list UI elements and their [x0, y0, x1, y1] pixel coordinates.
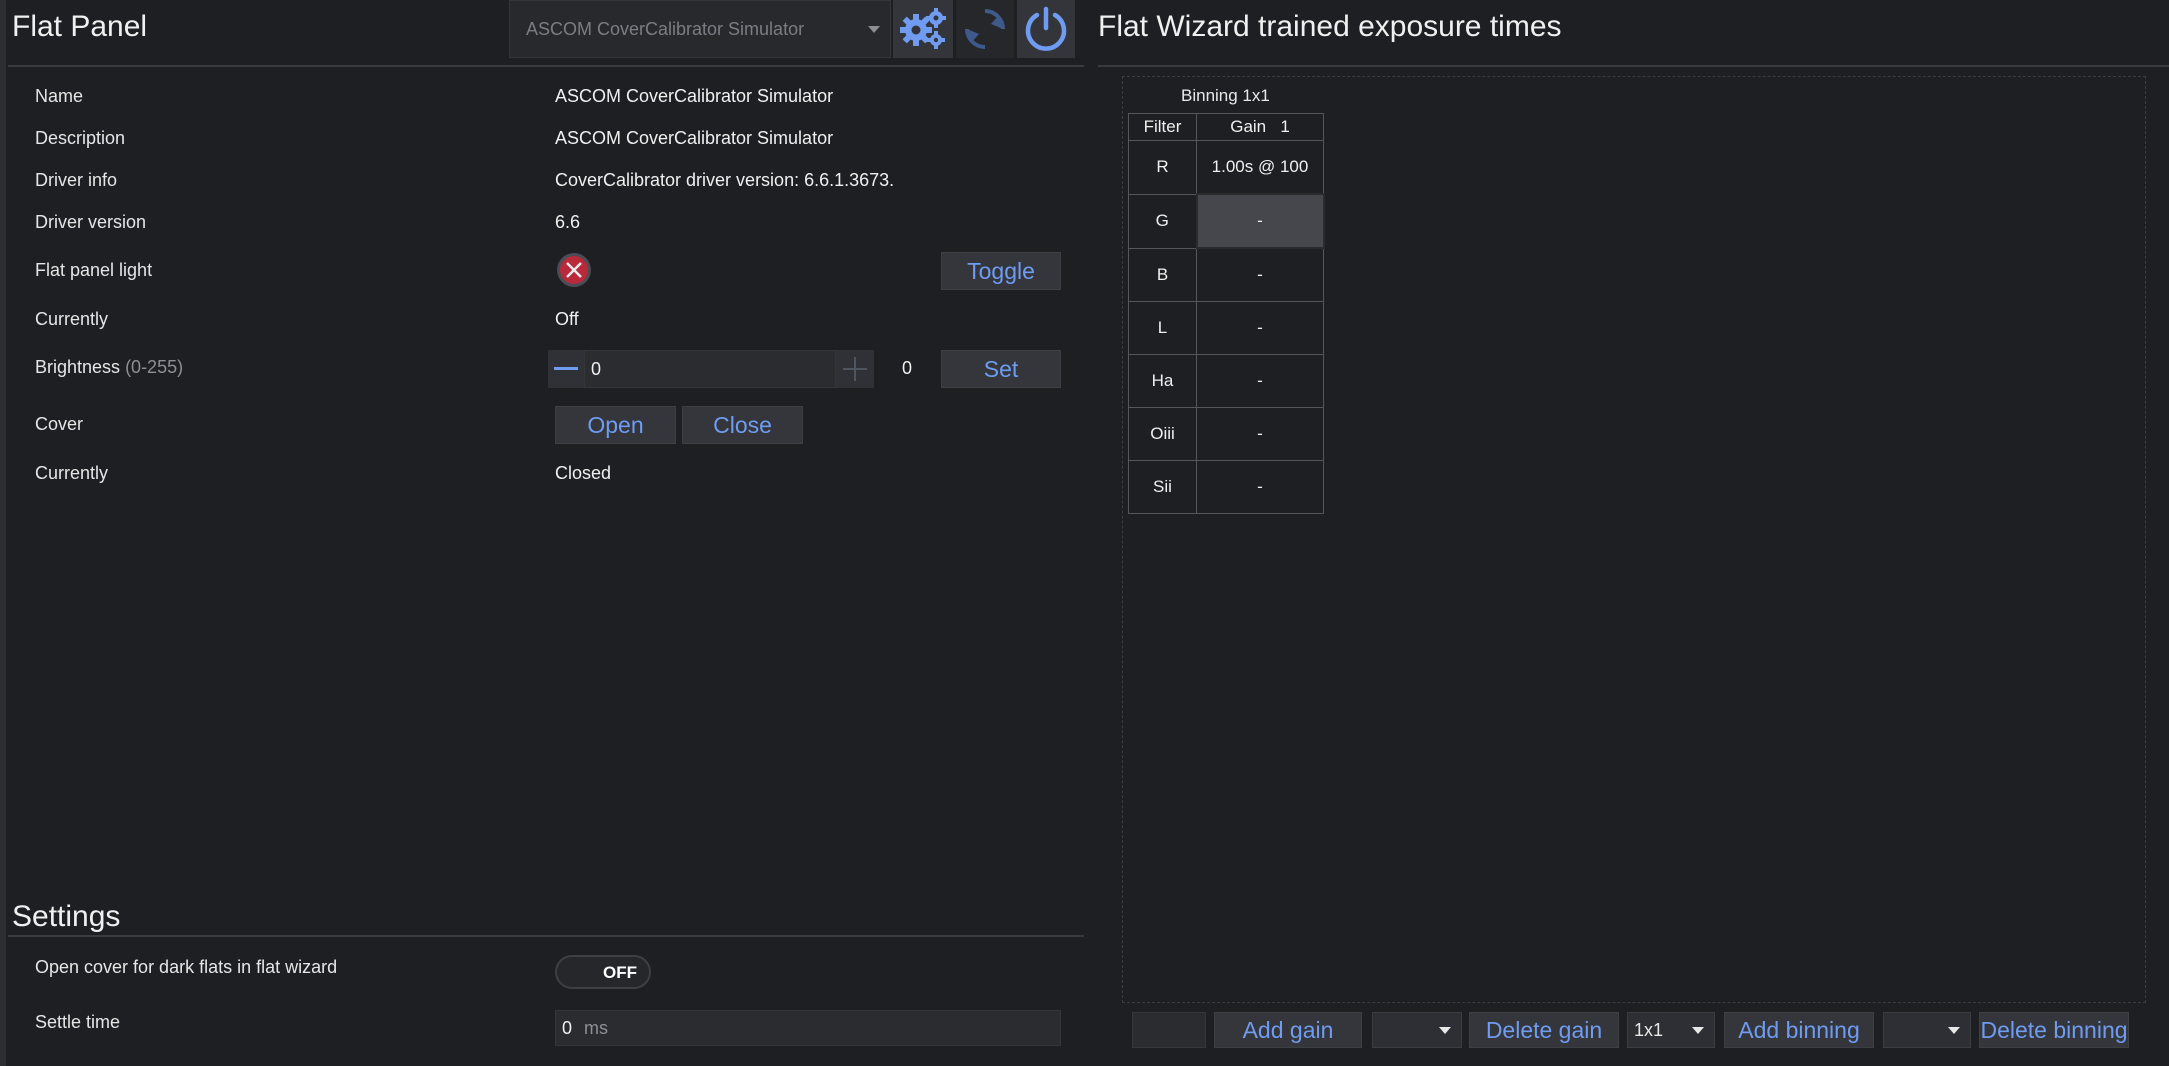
exposure-cell[interactable]: - — [1196, 301, 1324, 355]
x-circle-icon — [557, 253, 591, 287]
exposure-cell[interactable]: - — [1196, 354, 1324, 408]
gain-column-header: Gain 1 — [1196, 113, 1324, 141]
binning-caption: Binning 1x1 — [1181, 86, 1270, 105]
currently-light-label: Currently — [35, 309, 109, 329]
currently-cover-value: Closed — [555, 463, 612, 483]
filter-cell: R — [1128, 140, 1197, 195]
gain-header-label: Gain — [1230, 117, 1267, 136]
open-cover-dark-flats-toggle[interactable]: OFF — [555, 955, 651, 989]
binning-select[interactable]: 1x1 — [1627, 1012, 1715, 1048]
settle-time-unit: ms — [584, 1017, 609, 1038]
description-value: ASCOM CoverCalibrator Simulator — [555, 128, 834, 148]
filter-cell: Oiii — [1128, 407, 1197, 461]
exposure-cell[interactable]: 1.00s @ 100 — [1196, 140, 1324, 195]
device-select-value: ASCOM CoverCalibrator Simulator — [526, 18, 805, 39]
brightness-increase-button[interactable] — [836, 350, 874, 388]
flat-panel-light-label: Flat panel light — [35, 260, 153, 280]
chevron-down-icon — [1692, 1027, 1704, 1034]
settle-time-label: Settle time — [35, 1012, 121, 1032]
gain-select[interactable] — [1372, 1012, 1462, 1048]
driver-info-value: CoverCalibrator driver version: 6.6.1.36… — [555, 170, 895, 190]
gain-value-input[interactable] — [1132, 1012, 1206, 1048]
toggle-light-button[interactable]: Toggle — [941, 252, 1061, 290]
filter-cell: B — [1128, 247, 1197, 302]
exposure-cell[interactable]: - — [1196, 247, 1324, 302]
brightness-current-value: 0 — [902, 358, 913, 378]
table-row: Oiii - — [1128, 407, 1324, 461]
set-brightness-button[interactable]: Set — [941, 350, 1061, 388]
brightness-label-text: Brightness — [35, 357, 121, 377]
filter-column-header: Filter — [1128, 113, 1197, 141]
delete-gain-button[interactable]: Delete gain — [1469, 1012, 1619, 1048]
settings-title: Settings — [12, 900, 121, 933]
device-select[interactable]: ASCOM CoverCalibrator Simulator — [509, 0, 891, 58]
plus-icon — [843, 357, 867, 381]
driver-version-label: Driver version — [35, 212, 147, 232]
driver-version-value: 6.6 — [555, 212, 581, 232]
brightness-range-hint: (0-255) — [125, 357, 184, 377]
header-separator — [8, 65, 1084, 67]
table-row: Ha - — [1128, 354, 1324, 408]
cover-label: Cover — [35, 414, 84, 434]
settings-separator — [8, 935, 1084, 937]
filter-cell: L — [1128, 301, 1197, 355]
power-button[interactable] — [1017, 0, 1075, 58]
table-row: R 1.00s @ 100 — [1128, 140, 1324, 195]
table-header-row: Filter Gain 1 — [1128, 113, 1324, 141]
exposure-times-table: Filter Gain 1 R 1.00s @ 100 G - B - L - … — [1128, 113, 1325, 514]
table-row: Sii - — [1128, 460, 1324, 514]
chevron-down-icon — [1948, 1027, 1960, 1034]
add-binning-button[interactable]: Add binning — [1724, 1012, 1874, 1048]
add-gain-button[interactable]: Add gain — [1214, 1012, 1362, 1048]
brightness-input[interactable]: 0 — [584, 350, 836, 388]
name-value: ASCOM CoverCalibrator Simulator — [555, 86, 834, 106]
minus-icon — [554, 367, 578, 370]
filter-cell: G — [1128, 193, 1197, 249]
currently-cover-label: Currently — [35, 463, 109, 483]
table-row: G - — [1128, 193, 1325, 249]
light-state-indicator — [555, 251, 593, 294]
description-label: Description — [35, 128, 126, 148]
gear-icon — [900, 8, 946, 49]
refresh-button[interactable] — [956, 0, 1014, 58]
open-cover-button[interactable]: Open — [555, 406, 676, 444]
flat-wizard-title: Flat Wizard trained exposure times — [1098, 10, 1562, 43]
table-row: L - — [1128, 301, 1324, 355]
toggle-knob — [561, 961, 583, 983]
delete-binning-button[interactable]: Delete binning — [1979, 1012, 2129, 1048]
settle-time-value: 0 — [562, 1017, 573, 1038]
driver-info-label: Driver info — [35, 170, 118, 190]
refresh-icon — [965, 9, 1005, 49]
filter-cell: Ha — [1128, 354, 1197, 408]
gain-header-value: 1 — [1280, 117, 1290, 136]
close-cover-button[interactable]: Close — [682, 406, 803, 444]
flat-panel-title: Flat Panel — [12, 10, 148, 43]
binning-select-value: 1x1 — [1634, 1019, 1664, 1040]
exposure-cell[interactable]: - — [1196, 407, 1324, 461]
exposure-cell-selected[interactable]: - — [1195, 193, 1325, 249]
binning-remove-select[interactable] — [1883, 1012, 1971, 1048]
toggle-state-text: OFF — [603, 963, 637, 982]
currently-light-value: Off — [555, 309, 579, 329]
exposure-cell[interactable]: - — [1196, 460, 1324, 514]
filter-cell: Sii — [1128, 460, 1197, 514]
settings-button[interactable] — [893, 0, 953, 58]
settle-time-input[interactable]: 0 ms — [555, 1010, 1061, 1046]
table-row: B - — [1128, 247, 1324, 302]
chevron-down-icon — [1439, 1027, 1451, 1034]
window-left-edge — [0, 0, 6, 1066]
open-cover-dark-flats-label: Open cover for dark flats in flat wizard — [35, 957, 338, 977]
name-label: Name — [35, 86, 84, 106]
brightness-label: Brightness (0-255) — [35, 357, 183, 378]
flat-wizard-separator — [1098, 65, 2169, 67]
power-icon — [1025, 6, 1067, 51]
chevron-down-icon — [868, 26, 880, 33]
brightness-decrease-button[interactable] — [548, 350, 584, 388]
